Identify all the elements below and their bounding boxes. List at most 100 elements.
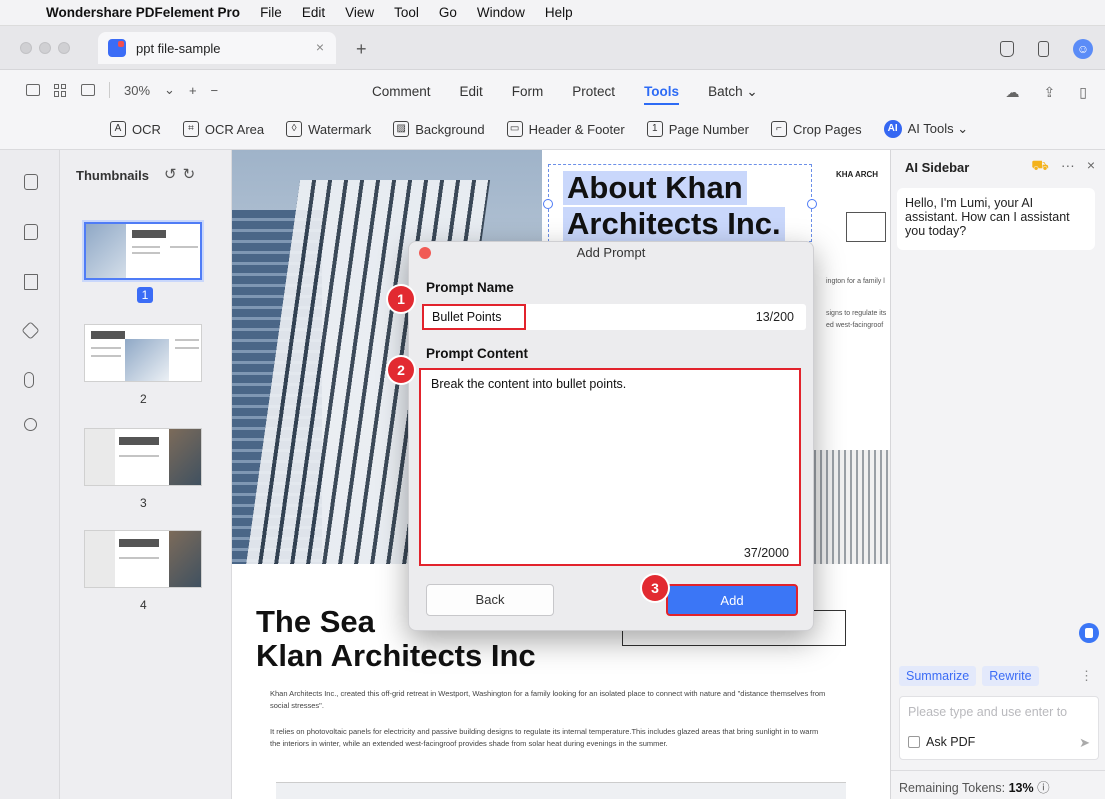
menu-tool[interactable]: Tool (394, 5, 419, 20)
layers-icon[interactable] (21, 321, 40, 340)
page-number-4[interactable]: 4 (140, 598, 147, 612)
summarize-chip[interactable]: Summarize (899, 666, 977, 686)
header-footer-button[interactable]: ▭ Header & Footer (506, 121, 625, 137)
menu-edit[interactable]: Edit (302, 5, 325, 20)
device-icon[interactable] (1038, 41, 1049, 57)
add-button[interactable]: Add (666, 584, 798, 616)
doc-name-box (846, 212, 886, 242)
ai-sidebar-actions: ⛟ ··· × (1031, 157, 1095, 176)
prompt-name-value[interactable]: Bullet Points (422, 304, 526, 330)
panel-toggle-icon[interactable]: ▯ (1079, 84, 1087, 101)
close-icon[interactable]: × (1087, 157, 1095, 176)
page-thumbnail-1[interactable] (84, 222, 202, 280)
left-rail (0, 150, 60, 799)
tab-close-icon[interactable]: × (316, 39, 324, 55)
back-button[interactable]: Back (426, 584, 554, 616)
resize-handle[interactable] (807, 199, 817, 209)
document-assistant-icon[interactable] (1079, 623, 1099, 643)
thumbnail-title-block (91, 331, 125, 339)
crop-pages-button[interactable]: ⌐ Crop Pages (770, 121, 862, 137)
ocr-button[interactable]: A OCR (110, 121, 161, 137)
info-icon[interactable]: ⓘ (1037, 781, 1050, 795)
zoom-dropdown-icon[interactable]: ⌄ (164, 82, 175, 98)
send-icon[interactable]: ➤ (1079, 735, 1090, 751)
ai-tools-icon: AI (883, 120, 902, 138)
page-number-button[interactable]: 1 Page Number (646, 121, 749, 137)
search-icon[interactable] (24, 418, 37, 431)
zoom-level[interactable]: 30% (124, 83, 150, 98)
prompt-content-counter: 37/2000 (743, 546, 789, 560)
two-page-view-icon[interactable] (81, 84, 95, 96)
tab-comment[interactable]: Comment (372, 84, 431, 105)
ocr-area-button[interactable]: ⌗ OCR Area (182, 121, 264, 137)
more-options-icon[interactable]: ··· (1061, 157, 1075, 176)
tab-protect[interactable]: Protect (572, 84, 615, 105)
watermark-label: Watermark (308, 121, 372, 137)
page-number-2[interactable]: 2 (140, 392, 147, 406)
window-top-right-icons: ☺ (1000, 39, 1093, 59)
prompt-content-textarea[interactable]: Break the content into bullet points. 37… (419, 368, 801, 566)
tools-list: A OCR ⌗ OCR Area ◊ Watermark ▨ Backgroun… (110, 120, 968, 138)
page-thumbnail-3[interactable] (84, 428, 202, 486)
background-button[interactable]: ▨ Background (393, 121, 485, 137)
cloud-upload-icon[interactable]: ☁ (1006, 84, 1020, 101)
page-thumbnail-4[interactable] (84, 530, 202, 588)
tab-batch[interactable]: Batch ⌄ (708, 84, 758, 105)
bookmark-icon[interactable] (24, 274, 38, 290)
page-number-3[interactable]: 3 (140, 496, 147, 510)
comment-icon[interactable] (24, 224, 38, 240)
watermark-button[interactable]: ◊ Watermark (286, 121, 371, 137)
ocr-area-icon: ⌗ (182, 121, 199, 137)
menu-app-name[interactable]: Wondershare PDFelement Pro (46, 5, 240, 20)
resize-handle[interactable] (543, 199, 553, 209)
ask-pdf-toggle[interactable]: Ask PDF (908, 735, 975, 749)
thumbnail-text-line (170, 246, 198, 248)
window-minimize-button[interactable] (39, 42, 51, 54)
user-avatar-icon[interactable]: ☺ (1073, 39, 1093, 59)
window-zoom-button[interactable] (58, 42, 70, 54)
header-footer-icon: ▭ (506, 121, 523, 137)
cart-icon[interactable]: ⛟ (1031, 157, 1049, 176)
share-icon[interactable]: ⇪ (1044, 84, 1056, 101)
window-close-button[interactable] (20, 42, 32, 54)
quick-actions: Summarize Rewrite (899, 666, 1039, 686)
new-tab-button[interactable]: + (356, 39, 367, 60)
menu-go[interactable]: Go (439, 5, 457, 20)
doc-snippet-1: ington for a family l (826, 278, 885, 285)
zoom-out-icon[interactable]: − (211, 83, 219, 98)
page-number-1[interactable]: 1 (137, 287, 153, 303)
more-actions-icon[interactable]: ⋮ (1080, 668, 1093, 684)
menu-view[interactable]: View (345, 5, 374, 20)
menu-window[interactable]: Window (477, 5, 525, 20)
page-thumbnail-2[interactable] (84, 324, 202, 382)
notification-bell-icon[interactable] (1000, 41, 1014, 57)
rotate-icons[interactable]: ↺↻ (164, 165, 201, 183)
thumbnails-panel: Thumbnails ↺↻ 1 2 3 4 (60, 150, 232, 799)
ai-tools-button[interactable]: AI AI Tools ⌄ (883, 120, 968, 138)
tab-edit[interactable]: Edit (460, 84, 483, 105)
thumbnail-title-block (132, 230, 166, 238)
tab-form[interactable]: Form (512, 84, 544, 105)
rewrite-chip[interactable]: Rewrite (982, 666, 1039, 686)
zoom-in-icon[interactable]: + (189, 83, 197, 98)
thumbnail-text-line (119, 557, 159, 559)
doc-title-line2: Architects Inc. (563, 207, 785, 241)
prompt-name-counter: 13/200 (755, 310, 794, 324)
chat-input[interactable]: Please type and use enter to Ask PDF ➤ (899, 696, 1099, 760)
attachment-icon[interactable] (24, 372, 34, 388)
selected-title-textbox[interactable]: About Khan Architects Inc. (543, 164, 817, 242)
thumbnail-text-line (175, 347, 199, 349)
menu-file[interactable]: File (260, 5, 282, 20)
grid-view-icon[interactable] (54, 83, 67, 97)
document-tab[interactable]: ppt file-sample × (98, 32, 336, 64)
prompt-name-field[interactable]: Bullet Points 13/200 (422, 304, 806, 330)
prompt-content-label: Prompt Content (426, 346, 528, 361)
ask-pdf-checkbox[interactable] (908, 736, 920, 748)
page-thumbnails-icon[interactable] (24, 174, 38, 190)
tab-tools[interactable]: Tools (644, 84, 680, 105)
thumbnails-title: Thumbnails (76, 168, 149, 183)
thumbnail-text-line (132, 252, 160, 254)
single-page-view-icon[interactable] (26, 84, 40, 96)
page-number-label: Page Number (668, 121, 749, 137)
menu-help[interactable]: Help (545, 5, 573, 20)
